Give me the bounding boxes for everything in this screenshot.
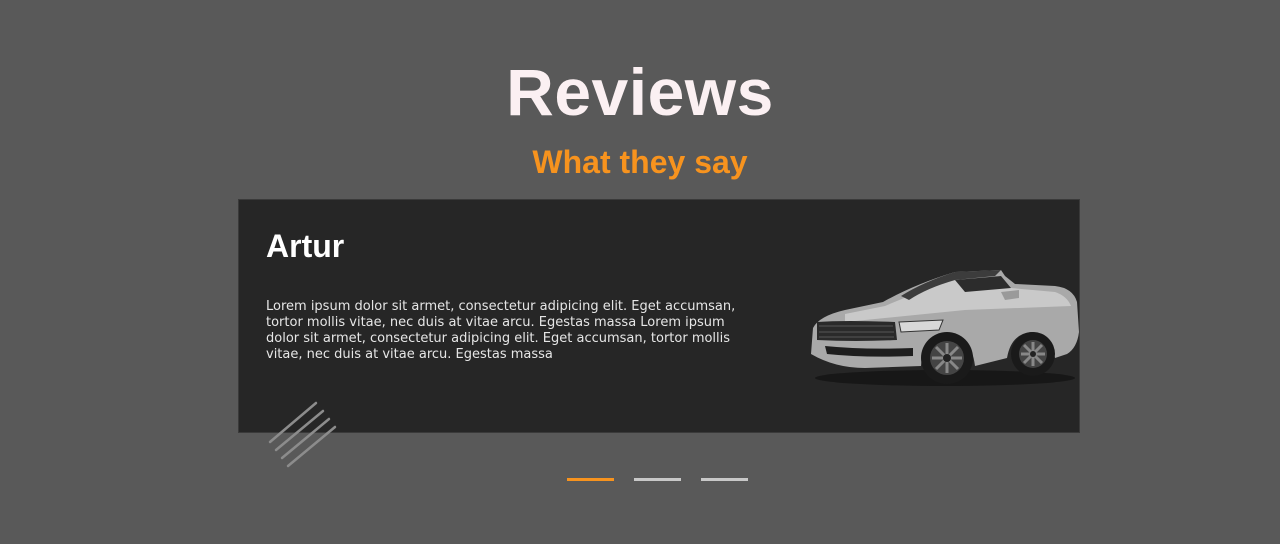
carousel-dot-1[interactable] [567,478,614,481]
reviewer-name: Artur [266,228,345,264]
carousel-dot-3[interactable] [701,478,748,481]
section-title: Reviews [506,55,774,129]
review-text: Lorem ipsum dolor sit armet, consectetur… [266,299,736,362]
review-card: Artur Lorem ipsum dolor sit armet, conse… [238,199,1080,433]
section-subtitle: What they say [532,144,748,180]
carousel-pagination [567,478,748,481]
carousel-dot-2[interactable] [634,478,681,481]
decorative-stripes [268,401,337,468]
car-image [811,270,1079,386]
